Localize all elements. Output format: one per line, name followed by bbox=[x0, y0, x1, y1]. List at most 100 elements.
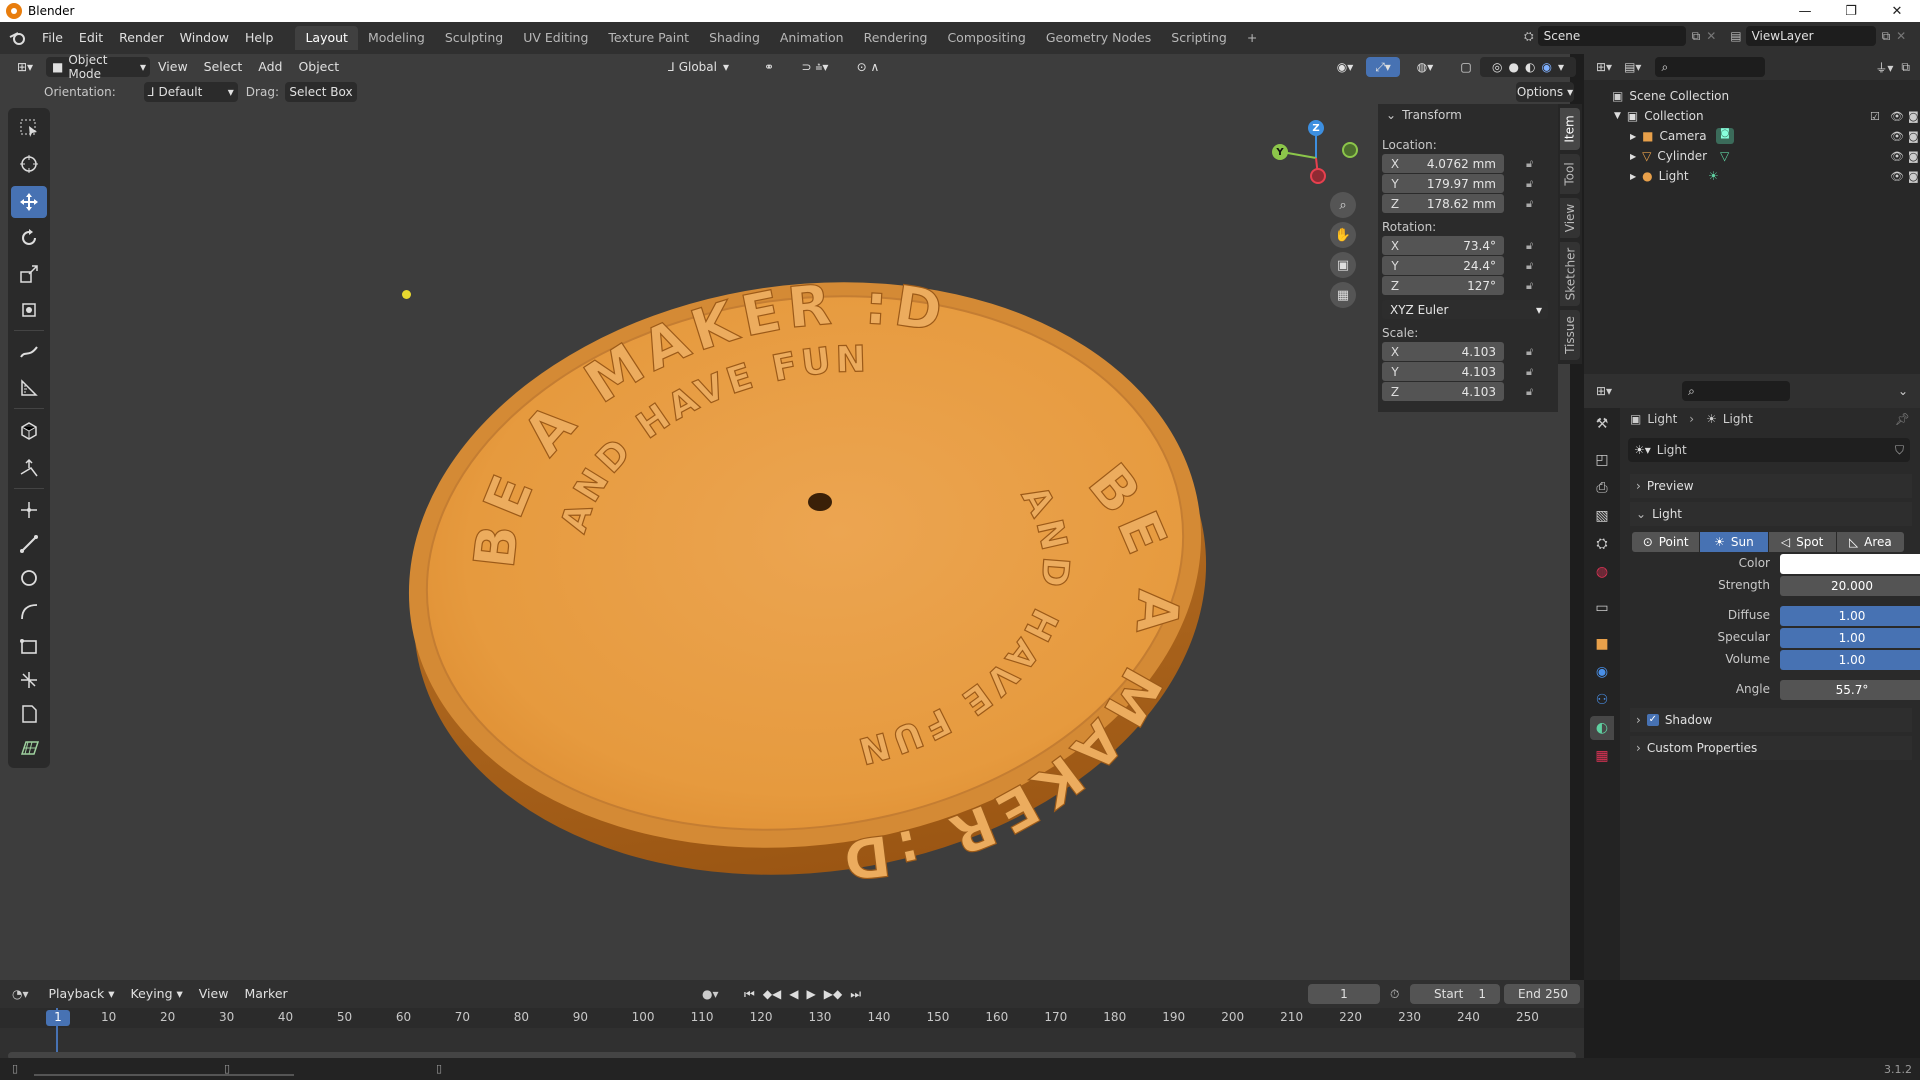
outliner-item-light[interactable]: ▶ ● Light ☀ 👁︎ ◙ bbox=[1630, 166, 1919, 186]
volume-slider[interactable]: 1.00 bbox=[1780, 650, 1920, 670]
scene-selector[interactable]: Scene bbox=[1537, 26, 1686, 46]
lock-icon[interactable]: 🔓︎ bbox=[1526, 279, 1538, 292]
tab-rendering[interactable]: Rendering bbox=[854, 26, 938, 50]
light-color-swatch[interactable] bbox=[1780, 554, 1920, 574]
rotation-x-field[interactable]: X 73.4° bbox=[1382, 236, 1504, 255]
circle-tool-icon[interactable] bbox=[11, 562, 47, 594]
page-tool-icon[interactable] bbox=[11, 698, 47, 730]
sidebar-tab-tissue[interactable]: Tissue bbox=[1560, 310, 1580, 360]
location-x-field[interactable]: X 4.0762 mm bbox=[1382, 154, 1504, 173]
measure-tool-icon[interactable] bbox=[11, 372, 47, 404]
camera-view-icon[interactable]: ▣ bbox=[1330, 252, 1356, 278]
visibility-selector-icon[interactable]: ◉▾ bbox=[1330, 57, 1360, 77]
scene-new-icon[interactable]: ⧉ bbox=[1692, 29, 1701, 44]
orientation-dropdown[interactable]: ⅃ Default ▾ bbox=[143, 82, 238, 102]
texture-properties-icon[interactable]: ▦ bbox=[1590, 744, 1614, 768]
editor-type-icon[interactable]: ⊞▾ bbox=[8, 57, 42, 77]
curve-tool-icon[interactable] bbox=[11, 596, 47, 628]
mode-selector[interactable]: ■ Object Mode ▾ bbox=[46, 53, 150, 81]
outliner-editor-type-icon[interactable]: ⊞▾ bbox=[1596, 60, 1612, 74]
tab-animation[interactable]: Animation bbox=[770, 26, 854, 50]
scene-properties-icon[interactable]: ⛭ bbox=[1590, 532, 1614, 556]
jump-keyframe-back-icon[interactable]: ◆◀ bbox=[763, 987, 781, 1002]
render-properties-icon[interactable]: ◰ bbox=[1590, 448, 1614, 472]
current-frame-field[interactable]: 1 bbox=[1308, 984, 1380, 1004]
lock-icon[interactable]: 🔓︎ bbox=[1526, 157, 1538, 170]
fake-user-shield-icon[interactable]: ⛉ bbox=[1895, 443, 1904, 458]
filter-icon[interactable]: ⏚▾ bbox=[1875, 59, 1893, 76]
drag-dropdown[interactable]: Select Box bbox=[284, 82, 357, 102]
properties-search-input[interactable]: ⌕ bbox=[1682, 381, 1791, 401]
specular-slider[interactable]: 1.00 bbox=[1780, 628, 1920, 648]
angle-field[interactable]: 55.7° bbox=[1780, 680, 1920, 700]
properties-editor-type-icon[interactable]: ⊞▾ bbox=[1596, 384, 1612, 398]
transform-orientation-selector[interactable]: ⅃ Global ▾ bbox=[668, 57, 744, 77]
eye-icon[interactable]: 👁︎ bbox=[1890, 110, 1904, 123]
tab-layout[interactable]: Layout bbox=[295, 26, 358, 50]
pin-icon[interactable]: 📌︎ bbox=[1895, 412, 1910, 426]
gizmo-y-axis[interactable]: Y bbox=[1272, 144, 1288, 160]
rotation-mode-dropdown[interactable]: XYZ Euler ▾ bbox=[1382, 300, 1548, 319]
scale-y-field[interactable]: Y 4.103 bbox=[1382, 362, 1504, 381]
transform-tool-icon[interactable] bbox=[11, 294, 47, 326]
extrude-tool-icon[interactable] bbox=[11, 452, 47, 484]
checkbox-icon[interactable]: ☑ bbox=[1870, 110, 1880, 123]
light-type-point[interactable]: ⊙ Point bbox=[1632, 532, 1700, 552]
timeline-menu-view[interactable]: View bbox=[191, 982, 237, 1006]
knife-tool-icon[interactable] bbox=[11, 528, 47, 560]
menu-file[interactable]: File bbox=[34, 26, 71, 50]
timeline-editor-type-icon[interactable]: ◔▾ bbox=[12, 987, 29, 1001]
outliner-item-cylinder[interactable]: ▶ ▽ Cylinder ▽ 👁︎ ◙ bbox=[1630, 146, 1919, 166]
annotate-tool-icon[interactable] bbox=[11, 336, 47, 368]
start-frame-field[interactable]: Start 1 bbox=[1410, 984, 1500, 1004]
tab-sculpting[interactable]: Sculpting bbox=[435, 26, 513, 50]
jump-start-icon[interactable]: ⏮ bbox=[744, 987, 755, 1002]
location-y-field[interactable]: Y 179.97 mm bbox=[1382, 174, 1504, 193]
scale-x-field[interactable]: X 4.103 bbox=[1382, 342, 1504, 361]
object-properties-icon[interactable]: ■ bbox=[1590, 632, 1614, 656]
camera-render-icon[interactable]: ◙ bbox=[1908, 150, 1919, 163]
tab-uv-editing[interactable]: UV Editing bbox=[513, 26, 598, 50]
outliner-item-camera[interactable]: ▶ ■ Camera ◙ 👁︎ ◙ bbox=[1630, 126, 1919, 146]
maximize-button[interactable]: ❐ bbox=[1828, 0, 1874, 22]
light-panel-header[interactable]: ⌄ Light bbox=[1630, 502, 1912, 526]
gizmo-z-axis[interactable]: Z bbox=[1308, 120, 1324, 136]
pan-hand-icon[interactable]: ✋ bbox=[1330, 222, 1356, 248]
auto-keying-icon[interactable]: ●▾ bbox=[702, 987, 719, 1001]
spin-tool-icon[interactable] bbox=[11, 494, 47, 526]
expand-arrow-icon[interactable]: ▶ bbox=[1630, 172, 1636, 181]
light-datablock-selector[interactable]: ☀▾ Light ⛉ bbox=[1628, 438, 1910, 462]
diffuse-slider[interactable]: 1.00 bbox=[1780, 606, 1920, 626]
options-dropdown[interactable]: Options ▾ bbox=[1516, 82, 1574, 102]
outliner-collection[interactable]: ▼ ▣ Collection ☑ 👁︎ ◙ bbox=[1614, 106, 1919, 126]
end-frame-field[interactable]: End 250 bbox=[1504, 984, 1580, 1004]
chevron-down-icon[interactable]: ⌄ bbox=[1898, 384, 1908, 398]
shading-mode-buttons[interactable]: ◎ ● ◐ ◉ ▾ bbox=[1480, 57, 1576, 77]
sidebar-tab-item[interactable]: Item bbox=[1560, 108, 1580, 150]
rectangle-tool-icon[interactable] bbox=[11, 630, 47, 662]
mesh-data-icon[interactable]: ▽ bbox=[1720, 149, 1729, 163]
shear-tool-icon[interactable] bbox=[11, 664, 47, 696]
lock-icon[interactable]: 🔓︎ bbox=[1526, 345, 1538, 358]
tab-texture-paint[interactable]: Texture Paint bbox=[598, 26, 699, 50]
display-mode-icon[interactable]: ▤▾ bbox=[1624, 60, 1641, 74]
scale-tool-icon[interactable] bbox=[11, 258, 47, 290]
move-tool-icon[interactable] bbox=[11, 186, 47, 218]
jump-keyframe-forward-icon[interactable]: ▶◆ bbox=[824, 987, 842, 1002]
stopwatch-icon[interactable]: ⏱ bbox=[1390, 987, 1399, 1002]
lock-icon[interactable]: 🔓︎ bbox=[1526, 197, 1538, 210]
expand-arrow-icon[interactable]: ▶ bbox=[1630, 132, 1636, 141]
constraint-properties-icon[interactable]: ⚇ bbox=[1590, 688, 1614, 712]
preview-panel-header[interactable]: › Preview bbox=[1630, 474, 1912, 498]
collection-properties-icon[interactable]: ▭ bbox=[1590, 596, 1614, 620]
light-type-sun[interactable]: ☀ Sun bbox=[1700, 532, 1768, 552]
grid-tool-icon[interactable] bbox=[11, 732, 47, 764]
timeline-menu-keying[interactable]: Keying ▾ bbox=[123, 982, 191, 1006]
transform-panel-header[interactable]: ⌄ Transform bbox=[1386, 108, 1462, 122]
light-type-area[interactable]: ◺ Area bbox=[1836, 532, 1904, 552]
cursor-tool-icon[interactable] bbox=[11, 148, 47, 180]
rendered-shading-icon[interactable]: ◉ bbox=[1541, 60, 1551, 74]
play-reverse-icon[interactable]: ◀ bbox=[789, 987, 798, 1002]
add-workspace-button[interactable]: + bbox=[1237, 26, 1267, 50]
eye-icon[interactable]: 👁︎ bbox=[1890, 170, 1904, 183]
